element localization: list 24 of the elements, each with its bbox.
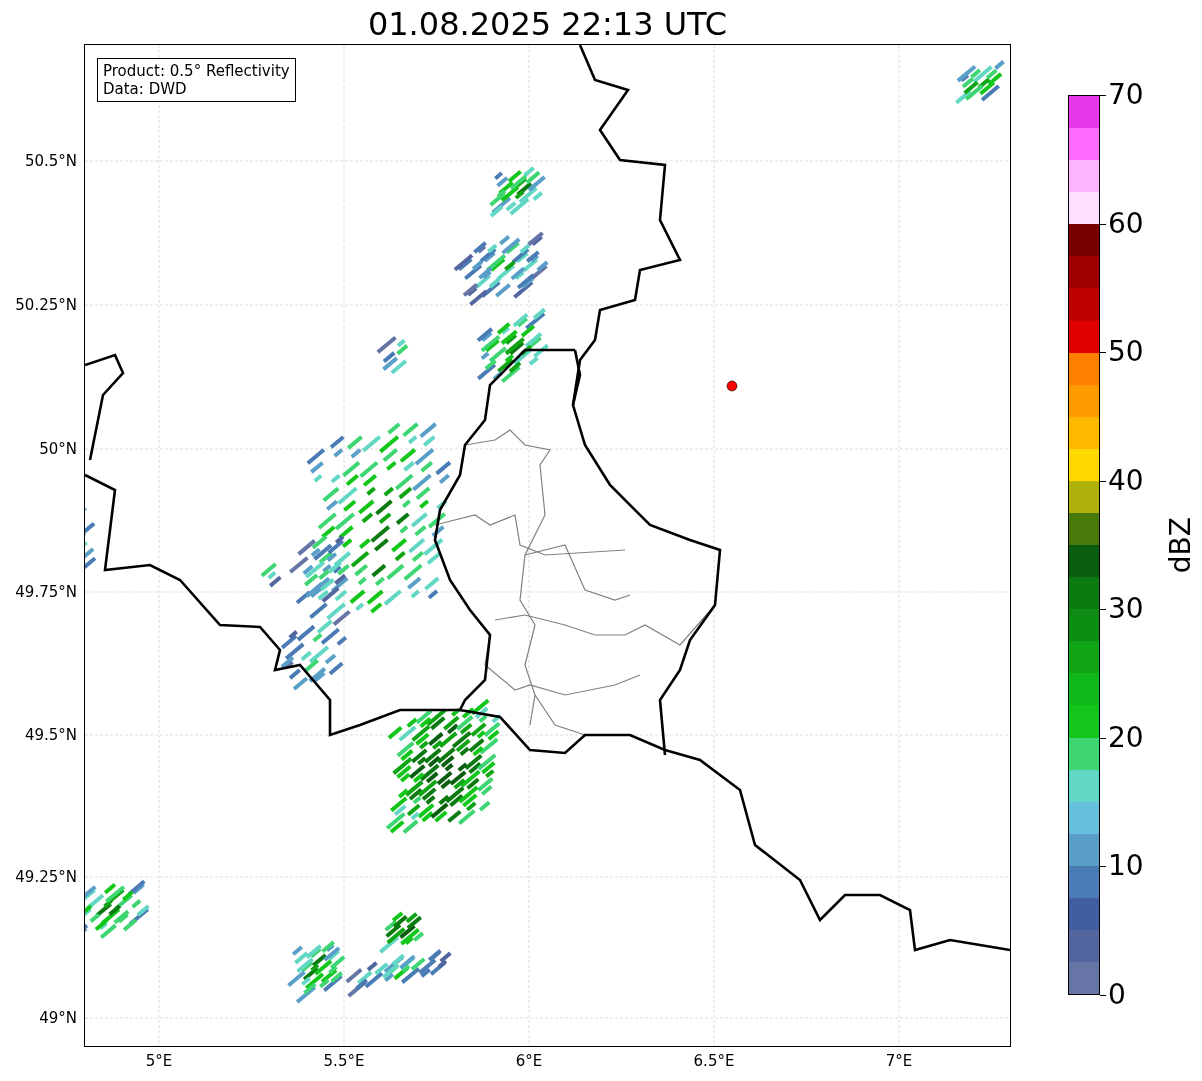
axis-tick-label: 5°E: [144, 1052, 174, 1070]
axis-tick-label: 5.5°E: [322, 1052, 366, 1070]
chart-title: 01.08.2025 22:13 UTC: [367, 5, 728, 45]
axis-tick-label: 50.5°N: [24, 152, 77, 170]
axis-tick-label: 49.25°N: [15, 868, 77, 886]
axis-tick-label: 6°E: [514, 1052, 544, 1070]
axis-tick-label: 49.5°N: [24, 726, 77, 744]
colorbar-tick-label: 40: [1108, 464, 1144, 497]
colorbar-tick-label: 30: [1108, 593, 1144, 626]
colorbar-label: dBZ: [1164, 516, 1197, 574]
axis-tick-label: 7°E: [884, 1052, 914, 1070]
colorbar-tick-label: 20: [1108, 721, 1144, 754]
colorbar-tick-label: 10: [1108, 850, 1144, 883]
axis-tick-label: 50°N: [39, 440, 77, 458]
axis-tick-label: 49.75°N: [15, 583, 77, 601]
axis-tick-label: 6.5°E: [692, 1052, 736, 1070]
colorbar-tick-label: 70: [1108, 79, 1144, 111]
legend-text: Product: 0.5° Reflectivity: [103, 62, 290, 80]
axis-tick-label: 49°N: [39, 1009, 77, 1027]
colorbar-tick-label: 0: [1108, 979, 1126, 1011]
legend-text: Data: DWD: [103, 80, 188, 98]
axis-tick-label: 50.25°N: [15, 296, 77, 314]
colorbar-tick-label: 60: [1108, 207, 1144, 240]
colorbar-tick-label: 50: [1108, 336, 1144, 369]
